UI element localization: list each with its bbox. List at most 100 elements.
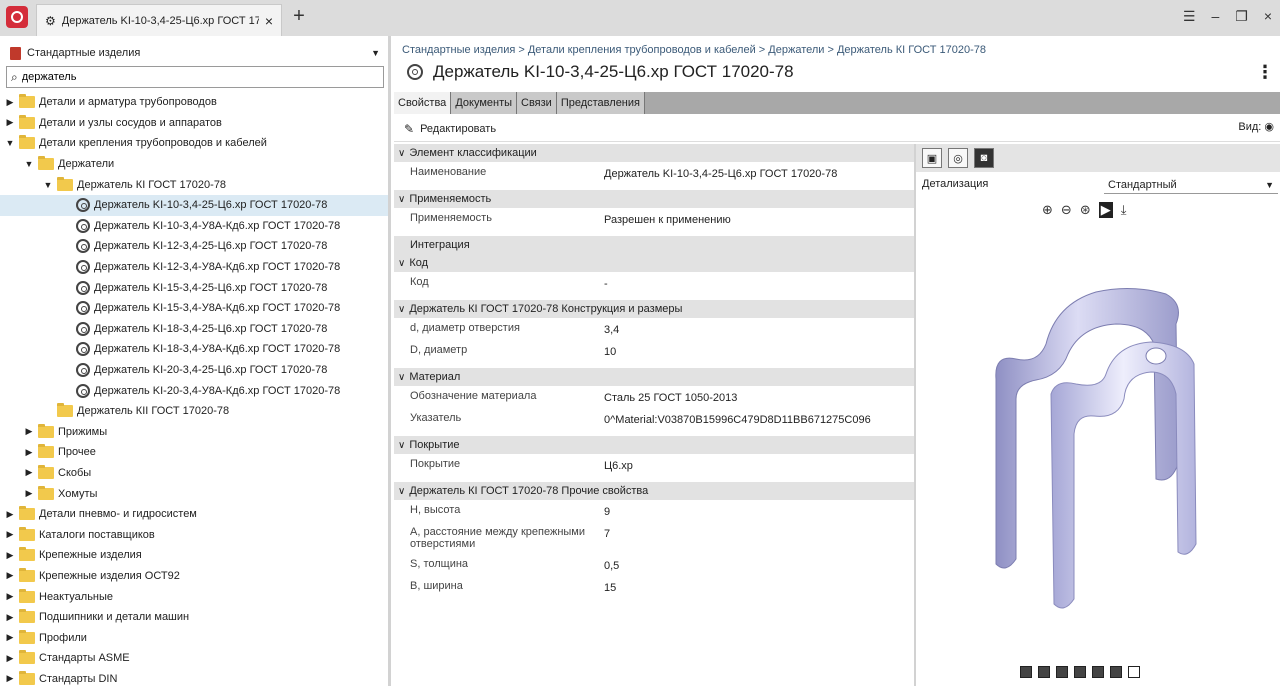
tree-item[interactable]: ▶Держатель KI-20-3,4-25-Ц6.хр ГОСТ 17020… <box>0 360 388 381</box>
expand-right-icon[interactable]: ▶ <box>4 509 16 520</box>
view-cube-icon[interactable] <box>1128 666 1140 678</box>
tree-item[interactable]: ▼ Детали крепления трубопроводов и кабеле… <box>0 133 388 154</box>
tree-item[interactable]: ▼ Держатель КI ГОСТ 17020-78 <box>0 174 388 195</box>
tree-item[interactable]: ▶Держатель KI-15-3,4-25-Ц6.хр ГОСТ 17020… <box>0 277 388 298</box>
search-input[interactable] <box>21 71 362 83</box>
document-tab[interactable]: ⚙ Держатель KI-10-3,4-25-Ц6.хр ГОСТ 17..… <box>36 4 282 36</box>
chevron-down-icon[interactable]: ∨ <box>398 148 405 159</box>
tree-item[interactable]: ▶ Прочее <box>0 442 388 463</box>
tree-item[interactable]: ▶Держатель KI-18-3,4-У8А-Кд6.хр ГОСТ 170… <box>0 339 388 360</box>
zoom-fit-icon[interactable]: ⊛ <box>1080 202 1091 218</box>
chevron-down-icon[interactable]: ∨ <box>398 440 405 451</box>
tree-item[interactable]: ▶ Хомуты <box>0 483 388 504</box>
3d-mode-icon[interactable]: ◙ <box>974 148 994 168</box>
property-group-header[interactable]: ∨ Элемент классификации <box>394 144 914 162</box>
tree-item[interactable]: ▶Держатель KI-10-3,4-25-Ц6.хр ГОСТ 17020… <box>0 194 388 216</box>
property-group-header[interactable]: Интеграция <box>394 236 914 254</box>
expand-right-icon[interactable]: ▶ <box>4 97 16 108</box>
tree-item[interactable]: ▶Держатель KI-12-3,4-25-Ц6.хр ГОСТ 17020… <box>0 236 388 257</box>
expand-right-icon[interactable]: ▶ <box>23 426 35 437</box>
tree-item[interactable]: ▶ Подшипники и детали машин <box>0 607 388 628</box>
left-splitter[interactable] <box>388 36 391 686</box>
tree-item[interactable]: ▶ Прижимы <box>0 422 388 443</box>
tree-item[interactable]: ▶ Детали и узлы сосудов и аппаратов <box>0 113 388 134</box>
tree-item[interactable]: ▶Держатель KI-15-3,4-У8А-Кд6.хр ГОСТ 170… <box>0 298 388 319</box>
chevron-down-icon[interactable]: ▼ <box>371 48 380 58</box>
restore-icon[interactable]: ❐ <box>1235 8 1248 25</box>
tree-item[interactable]: ▶ Профили <box>0 627 388 648</box>
tree-item[interactable]: ▶ Крепежные изделия <box>0 545 388 566</box>
tree-item[interactable]: ▶Держатель KI-10-3,4-У8А-Кд6.хр ГОСТ 170… <box>0 216 388 237</box>
expand-down-icon[interactable]: ▼ <box>23 159 35 169</box>
close-window-icon[interactable]: × <box>1264 8 1272 25</box>
tree-item[interactable]: ▶ Каталоги поставщиков <box>0 524 388 545</box>
tree-item[interactable]: ▶ Крепежные изделия ОСТ92 <box>0 566 388 587</box>
tree-item[interactable]: ▶Держатель KI-20-3,4-У8А-Кд6.хр ГОСТ 170… <box>0 380 388 401</box>
property-group-header[interactable]: ∨ Материал <box>394 368 914 386</box>
property-group-header[interactable]: ∨ Покрытие <box>394 436 914 454</box>
close-tab-icon[interactable]: × <box>265 13 273 29</box>
download-icon[interactable]: ⤓ <box>1121 202 1127 218</box>
expand-right-icon[interactable]: ▶ <box>4 612 16 623</box>
chevron-down-icon[interactable]: ∨ <box>398 258 405 269</box>
expand-right-icon[interactable]: ▶ <box>4 550 16 561</box>
tab-representations[interactable]: Представления <box>556 92 645 114</box>
chevron-down-icon[interactable]: ∨ <box>398 372 405 383</box>
more-menu-icon[interactable]: ⋮ <box>1256 62 1274 83</box>
expand-right-icon[interactable]: ▶ <box>4 117 16 128</box>
expand-right-icon[interactable]: ▶ <box>4 591 16 602</box>
detail-select[interactable]: Стандартный ▼ <box>1104 176 1278 194</box>
menu-icon[interactable]: ☰ <box>1183 8 1196 25</box>
tree-item[interactable]: ▶ Стандарты ASME <box>0 648 388 669</box>
tree-item[interactable]: ▶Держатель КII ГОСТ 17020-78 <box>0 401 388 422</box>
tree-item[interactable]: ▶ Неактуальные <box>0 586 388 607</box>
expand-right-icon[interactable]: ▶ <box>23 467 35 478</box>
breadcrumb[interactable]: Стандартные изделия > Детали крепления т… <box>402 44 986 56</box>
view-cube-icon[interactable] <box>1038 666 1050 678</box>
expand-right-icon[interactable]: ▶ <box>23 488 35 499</box>
property-group-header[interactable]: ∨ Держатель КI ГОСТ 17020-78 Прочие свойс… <box>394 482 914 500</box>
chevron-down-icon[interactable]: ∨ <box>398 194 405 205</box>
new-tab-button[interactable]: + <box>288 6 310 28</box>
app-logo-icon[interactable] <box>6 6 28 28</box>
property-group-header[interactable]: ∨ Держатель КI ГОСТ 17020-78 Конструкция … <box>394 300 914 318</box>
view-cube-icon[interactable] <box>1074 666 1086 678</box>
expand-down-icon[interactable]: ▼ <box>42 180 54 190</box>
minimize-icon[interactable]: ‒ <box>1211 8 1219 25</box>
expand-right-icon[interactable]: ▶ <box>23 447 35 458</box>
property-group-header[interactable]: ∨ Применяемость <box>394 190 914 208</box>
chevron-down-icon[interactable]: ∨ <box>398 486 405 497</box>
chevron-down-icon[interactable]: ∨ <box>398 304 405 315</box>
property-group-header[interactable]: ∨ Код <box>394 254 914 272</box>
tree-item[interactable]: ▶ Скобы <box>0 463 388 484</box>
expand-right-icon[interactable]: ▶ <box>4 632 16 643</box>
expand-right-icon[interactable]: ▶ <box>4 570 16 581</box>
3d-model-render[interactable] <box>956 284 1256 614</box>
chevron-down-icon[interactable]: ▼ <box>1265 180 1274 190</box>
tree-item[interactable]: ▶ Детали пневмо- и гидросистем <box>0 504 388 525</box>
tab-links[interactable]: Связи <box>517 92 557 114</box>
tree-item[interactable]: ▶ Стандарты DIN <box>0 669 388 686</box>
search-box[interactable]: ⌕ <box>6 66 384 88</box>
expand-right-icon[interactable]: ▶ <box>4 673 16 684</box>
tab-properties[interactable]: Свойства <box>394 92 452 114</box>
view-label[interactable]: Вид: ◉ <box>1238 120 1274 133</box>
edit-button[interactable]: Редактировать <box>420 123 496 135</box>
tree-item[interactable]: ▶Держатель KI-18-3,4-25-Ц6.хр ГОСТ 17020… <box>0 319 388 340</box>
view-cube-icon[interactable] <box>1020 666 1032 678</box>
expand-right-icon[interactable]: ▶ <box>4 653 16 664</box>
document-mode-icon[interactable]: ◎ <box>948 148 968 168</box>
tree-item[interactable]: ▶ Детали и арматура трубопроводов <box>0 92 388 113</box>
view-cube-icon[interactable] <box>1056 666 1068 678</box>
view-cube-icon[interactable] <box>1092 666 1104 678</box>
tab-documents[interactable]: Документы <box>451 92 518 114</box>
zoom-in-icon[interactable]: ⊕ <box>1042 202 1053 218</box>
expand-right-icon[interactable]: ▶ <box>4 529 16 540</box>
catalog-select[interactable]: Стандартные изделия ▼ <box>6 42 384 64</box>
play-icon[interactable]: ▶ <box>1098 202 1113 218</box>
image-mode-icon[interactable]: ▣ <box>922 148 942 168</box>
view-cube-icon[interactable] <box>1110 666 1122 678</box>
tree-item[interactable]: ▼ Держатели <box>0 154 388 175</box>
zoom-out-icon[interactable]: ⊖ <box>1061 202 1072 218</box>
expand-down-icon[interactable]: ▼ <box>4 138 16 148</box>
